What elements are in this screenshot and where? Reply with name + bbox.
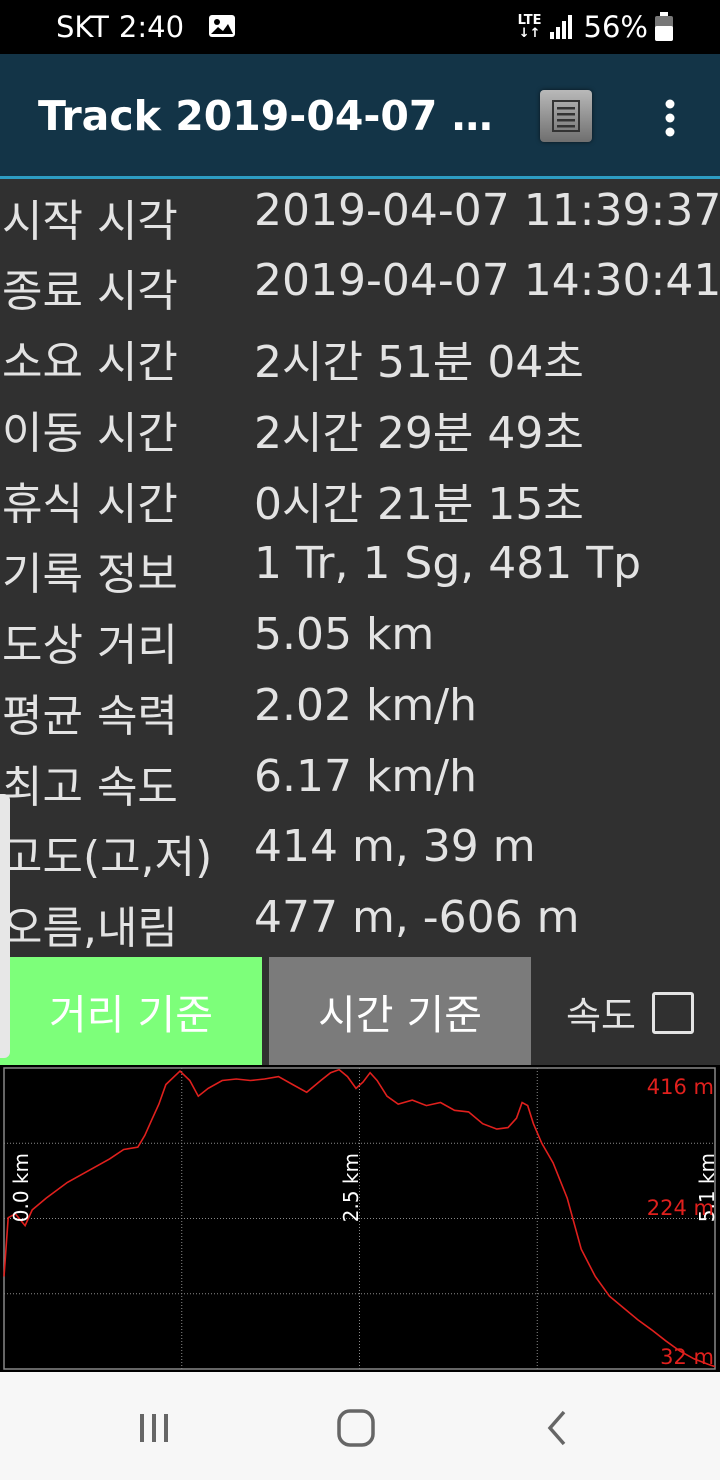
list-icon [552, 100, 580, 132]
system-nav-bar [0, 1372, 720, 1480]
y-tick-label-0: 416 m [647, 1075, 714, 1099]
info-row-end-time: 종료 시각 2019-04-07 14:30:41 [0, 249, 720, 320]
screen: SKT2:40 LTE↓↑ 56% Track 2019-04-07 11 [0, 0, 720, 1480]
elevation-chart: 0.0 km 2.5 km 5.1 km 416 m 224 m 32 m [0, 1065, 720, 1372]
chart-mode-bar: 거리 기준 시간 기준 속도 [0, 957, 720, 1065]
info-label: 평균 속력 [2, 691, 178, 742]
info-row-moving-time: 이동 시간 2시간 29분 49초 [0, 391, 720, 462]
info-label: 소요 시간 [2, 337, 178, 388]
info-label: 도상 거리 [2, 620, 178, 671]
info-row-ascent-descent: 오름,내림 477 m, -606 m [0, 886, 720, 957]
info-label: 이동 시간 [2, 408, 178, 459]
info-label: 휴식 시간 [2, 479, 178, 530]
signal-icon [549, 15, 572, 39]
info-row-record-info: 기록 정보 1 Tr, 1 Sg, 481 Tp [0, 532, 720, 603]
status-bar: SKT 2:40 LTE ↓↑ 56% [0, 0, 720, 54]
clock: 2:40 [118, 10, 185, 44]
more-options-icon[interactable] [654, 98, 686, 138]
speed-label: 속도 [566, 994, 636, 1038]
info-row-altitude: 고도(고,저) 414 m, 39 m [0, 815, 720, 886]
info-value: 6.17 km/h [254, 751, 478, 802]
info-label: 고도(고,저) [2, 832, 213, 883]
info-row-start-time: 시작 시각 2019-04-07 11:39:37 [0, 179, 720, 250]
info-row-average-speed: 평균 속력 2.02 km/h [0, 674, 720, 745]
info-value: 2시간 29분 49초 [254, 408, 584, 459]
speed-toggle[interactable]: 속도 [566, 985, 694, 1040]
info-value: 2019-04-07 14:30:41 [254, 255, 720, 306]
track-title: Track 2019-04-07 11... [38, 92, 498, 140]
info-row-elapsed-time: 소요 시간 2시간 51분 04초 [0, 320, 720, 391]
info-value: 2.02 km/h [254, 680, 478, 731]
back-icon[interactable] [536, 1406, 580, 1450]
battery-percent: 56% [583, 10, 648, 44]
track-info-panel: 시작 시각 2019-04-07 11:39:37 종료 시각 2019-04-… [0, 179, 720, 957]
distance-basis-button[interactable]: 거리 기준 [0, 957, 262, 1065]
info-label: 시작 시각 [2, 196, 178, 247]
y-tick-label-1: 224 m [647, 1196, 714, 1220]
elevation-chart-svg: 0.0 km 2.5 km 5.1 km 416 m 224 m 32 m [3, 1067, 719, 1370]
x-tick-label-1: 2.5 km [339, 1153, 363, 1222]
home-icon[interactable] [334, 1406, 378, 1450]
speed-checkbox[interactable] [651, 991, 694, 1034]
x-tick-label-0: 0.0 km [9, 1153, 33, 1222]
time-basis-button[interactable]: 시간 기준 [269, 957, 531, 1065]
info-value: 1 Tr, 1 Sg, 481 Tp [254, 538, 642, 589]
app-bar: Track 2019-04-07 11... [0, 54, 720, 179]
status-right: LTE ↓↑ 56% [518, 10, 674, 44]
info-label: 종료 시각 [2, 266, 178, 317]
carrier-label: SKT [56, 10, 109, 44]
info-label: 기록 정보 [2, 549, 178, 600]
track-list-button[interactable] [540, 90, 592, 142]
info-row-max-speed: 최고 속도 6.17 km/h [0, 745, 720, 816]
info-value: 414 m, 39 m [254, 821, 536, 872]
edge-panel-handle[interactable] [0, 794, 10, 1058]
info-label: 오름,내림 [2, 903, 178, 954]
gallery-notification-icon [209, 15, 235, 37]
status-carrier-time: SKT 2:40 [56, 10, 184, 44]
info-row-rest-time: 휴식 시간 0시간 21분 15초 [0, 462, 720, 533]
y-tick-label-2: 32 m [660, 1345, 714, 1369]
info-value: 5.05 km [254, 609, 435, 660]
info-value: 477 m, -606 m [254, 892, 580, 943]
recent-apps-icon[interactable] [132, 1406, 176, 1450]
info-value: 2019-04-07 11:39:37 [254, 185, 720, 236]
info-row-distance: 도상 거리 5.05 km [0, 603, 720, 674]
network-type: LTE [517, 13, 542, 28]
battery-icon [655, 12, 673, 41]
info-value: 0시간 21분 15초 [254, 479, 584, 530]
info-label: 최고 속도 [2, 762, 178, 813]
info-value: 2시간 51분 04초 [254, 337, 584, 388]
lte-indicator: LTE ↓↑ [517, 13, 542, 41]
